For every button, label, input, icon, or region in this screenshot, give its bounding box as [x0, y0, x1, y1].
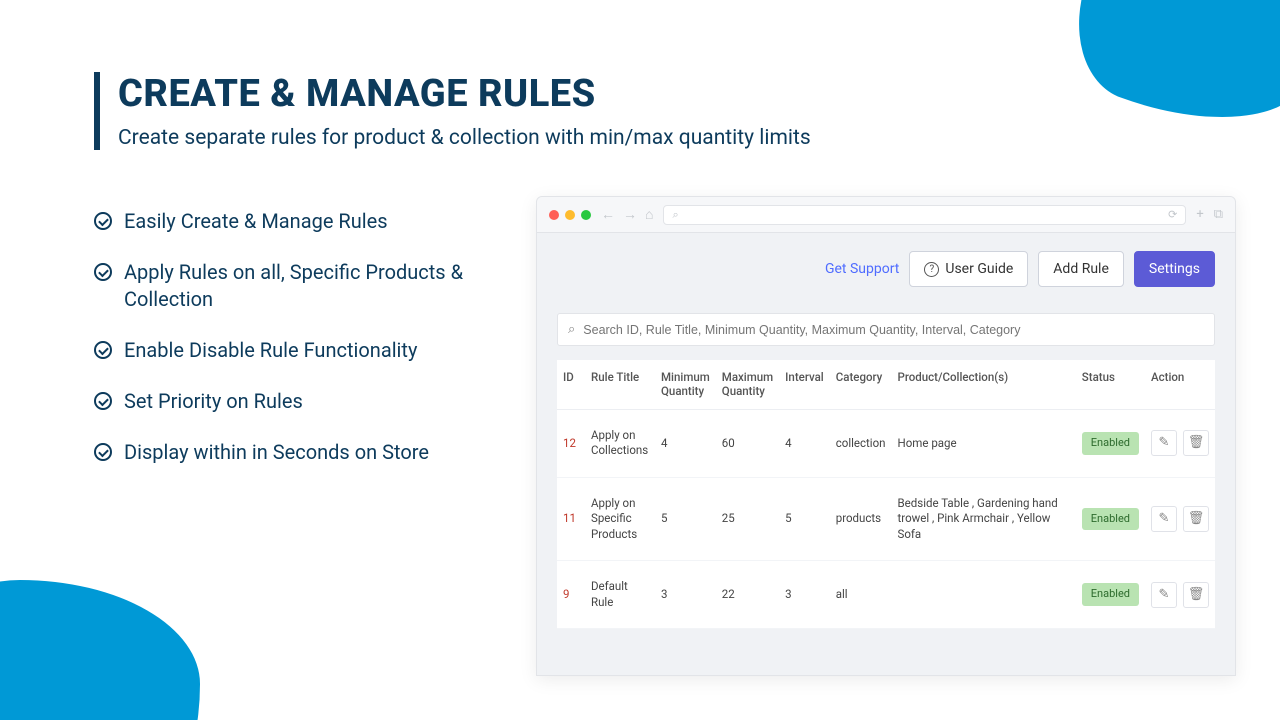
table-row: 9 Default Rule 3 22 3 all Enabled ✎🗑	[557, 561, 1215, 629]
cell-title: Apply on Collections	[585, 409, 655, 477]
traffic-lights	[549, 210, 591, 220]
status-badge: Enabled	[1082, 583, 1139, 606]
add-rule-button[interactable]: Add Rule	[1038, 251, 1124, 287]
cell-min: 4	[655, 409, 716, 477]
user-guide-label: User Guide	[945, 261, 1013, 277]
delete-button[interactable]: 🗑	[1183, 506, 1209, 532]
close-icon[interactable]	[549, 210, 559, 220]
col-action: Action	[1145, 360, 1215, 409]
cell-interval: 4	[779, 409, 830, 477]
feature-item: Display within in Seconds on Store	[94, 439, 494, 466]
decor-blob-top	[1053, 0, 1280, 155]
col-title: Rule Title	[585, 360, 655, 409]
maximize-icon[interactable]	[581, 210, 591, 220]
col-min: Minimum Quantity	[655, 360, 716, 409]
feature-list: Easily Create & Manage Rules Apply Rules…	[94, 208, 494, 490]
col-id: ID	[557, 360, 585, 409]
cell-max: 25	[716, 477, 779, 561]
page-header: CREATE & MANAGE RULES Create separate ru…	[94, 72, 811, 150]
feature-item: Apply Rules on all, Specific Products & …	[94, 259, 494, 313]
cell-id: 9	[557, 561, 585, 629]
decor-blob-bottom	[0, 580, 200, 720]
cell-category: collection	[830, 409, 892, 477]
row-actions: ✎🗑	[1151, 430, 1209, 456]
settings-button[interactable]: Settings	[1134, 251, 1215, 287]
feature-item: Set Priority on Rules	[94, 388, 494, 415]
browser-nav: ← → ⌂	[601, 206, 653, 223]
app-content: Get Support ? User Guide Add Rule Setting…	[537, 233, 1235, 629]
get-support-link[interactable]: Get Support	[825, 261, 899, 277]
cell-title: Apply on Specific Products	[585, 477, 655, 561]
feature-label: Display within in Seconds on Store	[124, 439, 429, 466]
cell-prodcoll	[892, 561, 1076, 629]
app-toolbar: Get Support ? User Guide Add Rule Setting…	[557, 251, 1215, 287]
url-bar[interactable]: ⌕ ⟳	[663, 205, 1186, 225]
cell-id: 11	[557, 477, 585, 561]
status-badge: Enabled	[1082, 508, 1139, 531]
search-input[interactable]	[583, 323, 1204, 337]
feature-label: Set Priority on Rules	[124, 388, 303, 415]
help-icon: ?	[924, 262, 939, 277]
check-icon	[94, 212, 112, 230]
minimize-icon[interactable]	[565, 210, 575, 220]
col-interval: Interval	[779, 360, 830, 409]
col-category: Category	[830, 360, 892, 409]
browser-tools: + ⧉	[1196, 207, 1223, 222]
feature-item: Easily Create & Manage Rules	[94, 208, 494, 235]
feature-label: Easily Create & Manage Rules	[124, 208, 388, 235]
check-icon	[94, 443, 112, 461]
tabs-icon[interactable]: ⧉	[1214, 207, 1223, 222]
edit-button[interactable]: ✎	[1151, 506, 1177, 532]
back-icon[interactable]: ←	[601, 206, 615, 223]
rules-table: ID Rule Title Minimum Quantity Maximum Q…	[557, 360, 1215, 629]
col-max: Maximum Quantity	[716, 360, 779, 409]
delete-button[interactable]: 🗑	[1183, 582, 1209, 608]
table-row: 12 Apply on Collections 4 60 4 collectio…	[557, 409, 1215, 477]
browser-chrome: ← → ⌂ ⌕ ⟳ + ⧉	[537, 197, 1235, 233]
browser-window: ← → ⌂ ⌕ ⟳ + ⧉ Get Support ? User Guide Ad…	[536, 196, 1236, 676]
cell-interval: 3	[779, 561, 830, 629]
search-bar[interactable]: ⌕	[557, 313, 1215, 346]
refresh-icon[interactable]: ⟳	[1168, 208, 1177, 221]
cell-max: 60	[716, 409, 779, 477]
delete-button[interactable]: 🗑	[1183, 430, 1209, 456]
cell-max: 22	[716, 561, 779, 629]
page-title: CREATE & MANAGE RULES	[118, 72, 811, 116]
edit-button[interactable]: ✎	[1151, 582, 1177, 608]
cell-min: 3	[655, 561, 716, 629]
home-icon[interactable]: ⌂	[645, 206, 653, 223]
check-icon	[94, 392, 112, 410]
check-icon	[94, 341, 112, 359]
cell-category: all	[830, 561, 892, 629]
feature-item: Enable Disable Rule Functionality	[94, 337, 494, 364]
col-status: Status	[1076, 360, 1145, 409]
col-prodcoll: Product/Collection(s)	[892, 360, 1076, 409]
feature-label: Apply Rules on all, Specific Products & …	[124, 259, 494, 313]
user-guide-button[interactable]: ? User Guide	[909, 251, 1028, 287]
cell-title: Default Rule	[585, 561, 655, 629]
status-badge: Enabled	[1082, 432, 1139, 455]
cell-min: 5	[655, 477, 716, 561]
search-icon: ⌕	[672, 208, 678, 222]
check-icon	[94, 263, 112, 281]
search-icon: ⌕	[568, 322, 575, 337]
forward-icon[interactable]: →	[623, 206, 637, 223]
table-row: 11 Apply on Specific Products 5 25 5 pro…	[557, 477, 1215, 561]
add-tab-icon[interactable]: +	[1196, 207, 1203, 222]
row-actions: ✎🗑	[1151, 582, 1209, 608]
cell-prodcoll: Bedside Table , Gardening hand trowel , …	[892, 477, 1076, 561]
row-actions: ✎🗑	[1151, 506, 1209, 532]
cell-category: products	[830, 477, 892, 561]
cell-interval: 5	[779, 477, 830, 561]
cell-prodcoll: Home page	[892, 409, 1076, 477]
feature-label: Enable Disable Rule Functionality	[124, 337, 417, 364]
cell-id: 12	[557, 409, 585, 477]
page-subtitle: Create separate rules for product & coll…	[118, 126, 811, 150]
edit-button[interactable]: ✎	[1151, 430, 1177, 456]
